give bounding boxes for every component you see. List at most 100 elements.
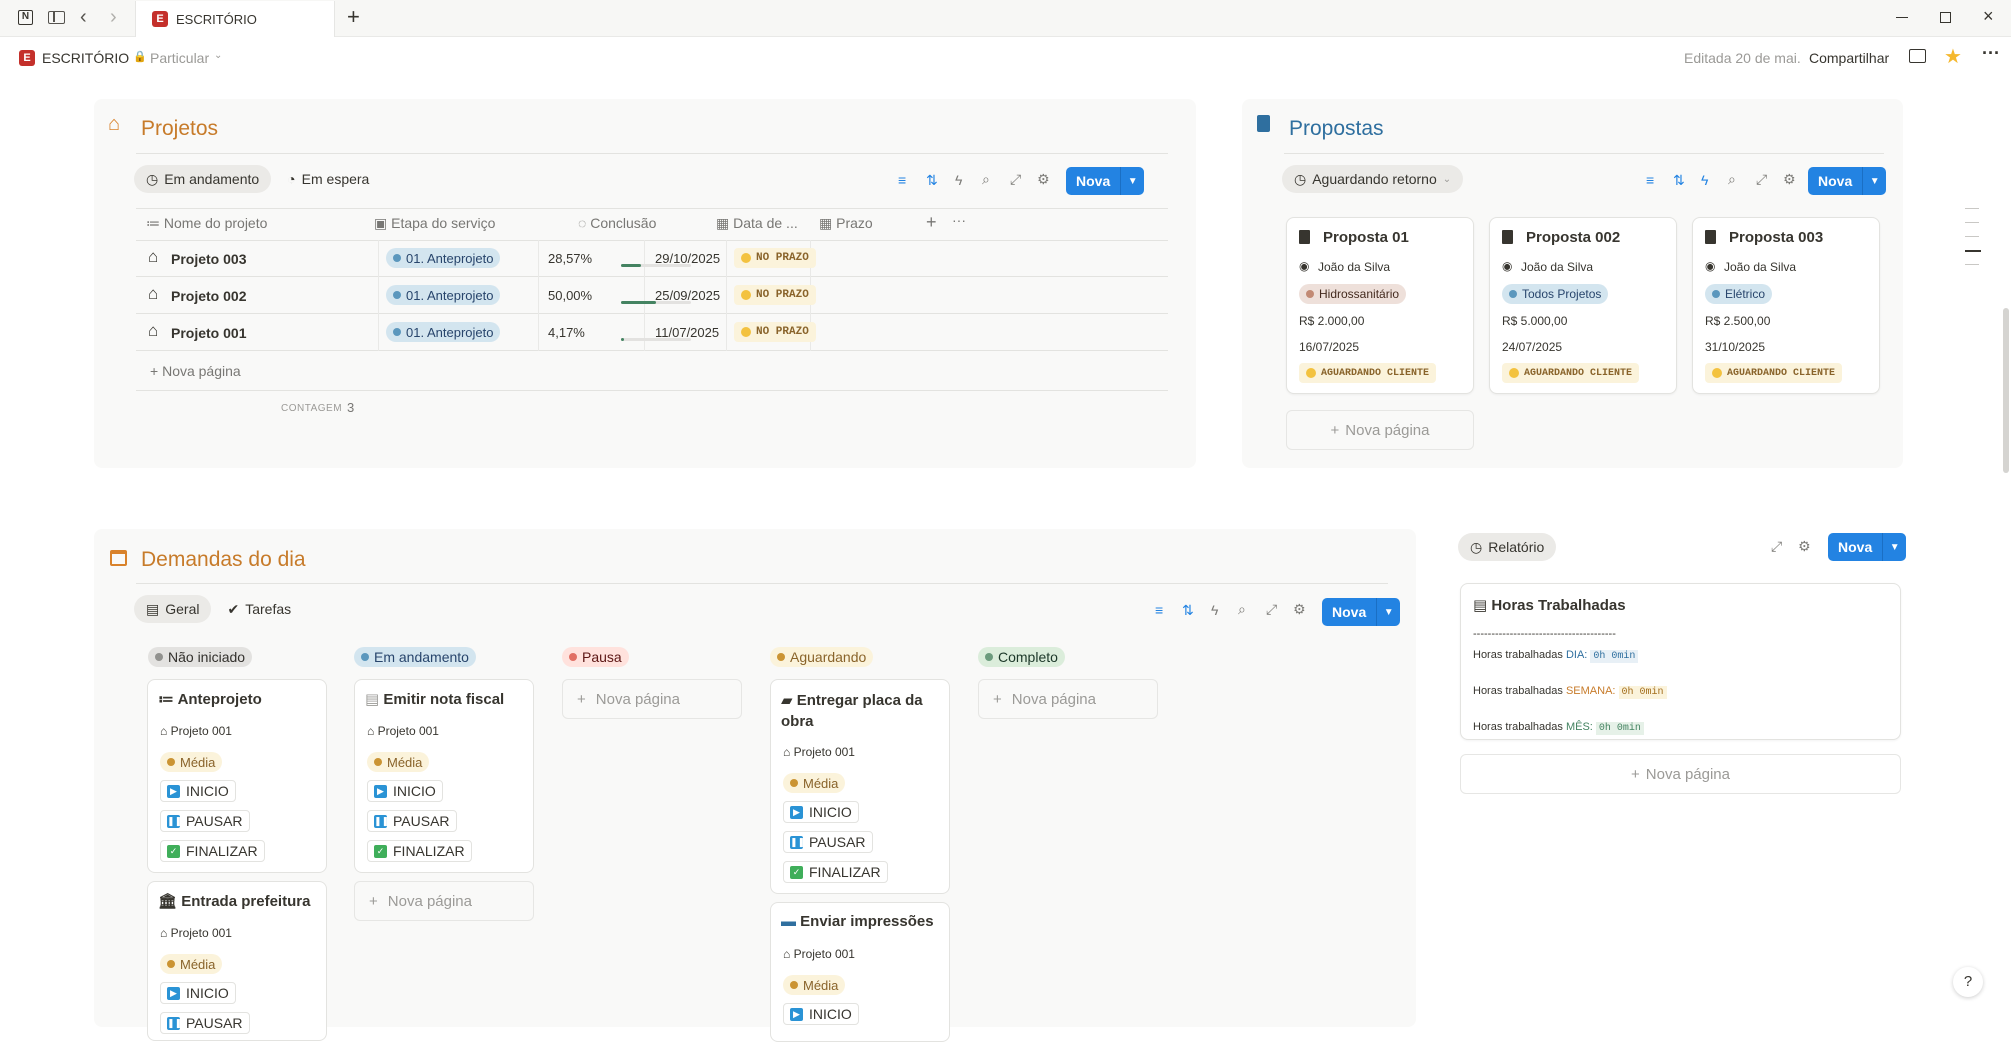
proposta-person[interactable]: João da Silva [1521,260,1593,274]
settings-icon[interactable]: ⚙ [1783,171,1796,188]
automation-icon[interactable]: ϟ [1701,172,1708,188]
search-icon[interactable]: ⌕ [1728,171,1736,188]
maximize-icon[interactable] [1940,12,1951,23]
comments-icon[interactable] [1909,49,1926,63]
projetos-title[interactable]: Projetos [141,117,218,141]
new-tab-icon[interactable]: + [347,4,360,30]
view-geral[interactable]: ▤ Geral [134,595,212,623]
search-icon[interactable]: ⌕ [982,171,990,188]
demandas-new-button[interactable]: Nova ▼ [1322,598,1401,626]
col-header-prazo[interactable]: ▦ Prazo [819,215,873,232]
proposta-card[interactable]: Proposta 01 ◉ João da Silva Hidrossanitá… [1286,217,1474,394]
automation-icon[interactable]: ϟ [1211,602,1218,618]
sort-icon[interactable]: ⇅ [1182,602,1194,619]
task-card-anteprojeto[interactable]: ≔ Anteprojeto ⌂ Projeto 001 Média ▶ INICI… [147,679,327,873]
inicio-button[interactable]: ▶ INICIO [783,1003,859,1025]
relatorio-new-button[interactable]: Nova ▼ [1828,533,1907,561]
finalizar-button[interactable]: ✓ FINALIZAR [367,840,472,862]
expand-icon[interactable]: ⤢ [1771,538,1782,555]
pausar-button[interactable]: ❚❚ PAUSAR [160,1012,250,1034]
tab-escritorio[interactable]: E ESCRITÓRIO [135,1,335,37]
task-project[interactable]: Projeto 001 [171,926,232,940]
finalizar-button[interactable]: ✓ FINALIZAR [160,840,265,862]
sort-icon[interactable]: ⇅ [926,172,938,189]
new-page-button[interactable]: + Nova página [354,881,534,921]
proposta-person[interactable]: João da Silva [1318,260,1390,274]
group-aguardando[interactable]: Aguardando [770,647,874,667]
new-page-button[interactable]: + Nova página [978,679,1158,719]
chevron-down-icon[interactable]: ▼ [1120,167,1144,195]
task-project[interactable]: Projeto 001 [378,724,439,738]
minimize-icon[interactable] [1896,17,1908,18]
view-aguardando-retorno[interactable]: ◷ Aguardando retorno ⌄ [1282,165,1464,193]
settings-icon[interactable]: ⚙ [1037,171,1050,188]
task-project[interactable]: Projeto 001 [794,745,855,759]
group-pausa[interactable]: Pausa [562,647,629,667]
inicio-button[interactable]: ▶ INICIO [367,780,443,802]
more-icon[interactable]: ··· [952,212,966,228]
search-icon[interactable]: ⌕ [1238,601,1246,618]
view-tarefas[interactable]: ✔ Tarefas [215,595,303,623]
add-column-icon[interactable]: + [926,212,937,233]
task-card-entrada-prefeitura[interactable]: 🏛 Entrada prefeitura ⌂ Projeto 001 Média… [147,881,327,1041]
chevron-down-icon[interactable]: ▼ [1862,167,1886,195]
table-row[interactable]: ⌂ Projeto 001 01. Anteprojeto 4,17% 11/0… [94,314,1196,351]
automation-icon[interactable]: ϟ [955,172,962,188]
view-em-andamento[interactable]: ◷ Em andamento [134,165,272,193]
settings-icon[interactable]: ⚙ [1293,601,1306,618]
pausar-button[interactable]: ❚❚ PAUSAR [367,810,457,832]
new-page-button[interactable]: + Nova página [1286,410,1474,450]
col-header-data[interactable]: ▦ Data de ... [716,215,798,232]
col-header-etapa[interactable]: ▣ Etapa do serviço [374,215,495,232]
propostas-new-button[interactable]: Nova ▼ [1808,167,1887,195]
pausar-button[interactable]: ❚❚ PAUSAR [783,831,873,853]
demandas-title[interactable]: Demandas do dia [141,548,306,572]
back-arrow-icon[interactable]: ‹ [80,6,87,29]
table-row[interactable]: ⌂ Projeto 003 01. Anteprojeto 28,57% 29/… [94,240,1196,277]
inicio-button[interactable]: ▶ INICIO [160,982,236,1004]
close-icon[interactable]: × [1983,6,1994,27]
page-outline[interactable] [1965,208,1981,268]
notion-logo-icon[interactable]: N [18,10,33,25]
view-relatorio[interactable]: ◷ Relatório [1458,533,1557,561]
settings-icon[interactable]: ⚙ [1798,538,1811,555]
expand-icon[interactable]: ⤢ [1756,171,1767,188]
more-options-icon[interactable]: ··· [1982,43,2000,64]
task-project[interactable]: Projeto 001 [171,724,232,738]
breadcrumb-workspace[interactable]: Particular [150,50,209,66]
project-name[interactable]: Projeto 001 [171,325,246,341]
col-header-conclusao[interactable]: ◌ Conclusão [578,215,656,231]
chevron-down-icon[interactable]: ▼ [1376,598,1400,626]
chevron-down-icon[interactable]: ▼ [1882,533,1906,561]
filter-icon[interactable]: ≡ [898,172,906,188]
favorite-star-icon[interactable]: ★ [1944,44,1962,69]
filter-icon[interactable]: ≡ [1646,172,1654,188]
group-nao-iniciado[interactable]: Não iniciado [148,647,253,667]
view-em-espera[interactable]: ◔ Em espera [275,165,381,193]
expand-icon[interactable]: ⤢ [1266,601,1277,618]
sort-icon[interactable]: ⇅ [1673,172,1685,189]
project-name[interactable]: Projeto 002 [171,288,246,304]
finalizar-button[interactable]: ✓ FINALIZAR [783,861,888,883]
projetos-new-button[interactable]: Nova ▼ [1066,167,1145,195]
filter-icon[interactable]: ≡ [1155,602,1163,618]
task-card-entregar-placa[interactable]: ▰ Entregar placa da obra ⌂ Projeto 001 M… [770,679,950,894]
proposta-card[interactable]: Proposta 002 ◉ João da Silva Todos Proje… [1489,217,1677,394]
scrollbar[interactable] [2003,308,2009,473]
new-page-button[interactable]: + Nova página [562,679,742,719]
proposta-card[interactable]: Proposta 003 ◉ João da Silva Elétrico R$… [1692,217,1880,394]
share-button[interactable]: Compartilhar [1809,50,1889,66]
inicio-button[interactable]: ▶ INICIO [783,801,859,823]
horas-card[interactable]: ▤ Horas Trabalhadas --------------------… [1460,583,1901,740]
task-project[interactable]: Projeto 001 [794,947,855,961]
breadcrumb-page[interactable]: ESCRITÓRIO [42,50,129,66]
col-header-nome[interactable]: ≔ Nome do projeto [146,215,267,232]
help-icon[interactable]: ? [1953,967,1983,997]
new-page-button[interactable]: + Nova página [1460,754,1901,794]
propostas-title[interactable]: Propostas [1289,117,1384,141]
proposta-person[interactable]: João da Silva [1724,260,1796,274]
project-name[interactable]: Projeto 003 [171,251,246,267]
group-completo[interactable]: Completo [978,647,1065,667]
pausar-button[interactable]: ❚❚ PAUSAR [160,810,250,832]
new-page-button[interactable]: + Nova página [150,363,241,379]
